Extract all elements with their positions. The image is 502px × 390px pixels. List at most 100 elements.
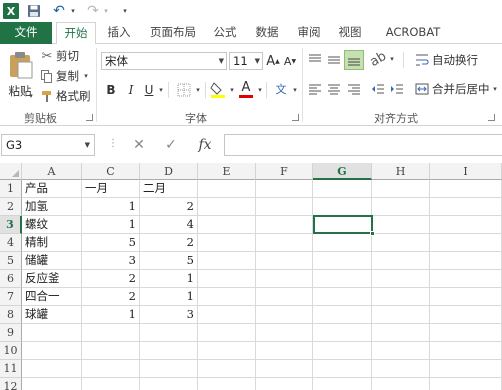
grid-cell[interactable] — [198, 198, 256, 216]
row-header[interactable]: 3 — [0, 216, 22, 234]
column-header-a[interactable]: A — [22, 163, 82, 180]
grid-cell[interactable]: 1 — [140, 288, 198, 306]
underline-dropdown-icon[interactable]: ▾ — [157, 86, 165, 94]
grid-cell[interactable] — [140, 378, 198, 390]
grid-cell[interactable] — [198, 306, 256, 324]
align-middle-icon[interactable] — [326, 52, 342, 68]
grid-cell[interactable] — [256, 306, 313, 324]
merge-center-button[interactable]: 合并后居中 — [432, 81, 490, 97]
grid-cell[interactable] — [198, 234, 256, 252]
grid-cell[interactable]: 四合一 — [22, 288, 82, 306]
grid-cell[interactable]: 二月 — [140, 180, 198, 198]
grid-cell[interactable] — [313, 306, 372, 324]
grid-cell[interactable] — [372, 306, 430, 324]
grid-cell[interactable] — [140, 324, 198, 342]
customize-qat-icon[interactable]: ▾ — [121, 3, 129, 19]
grid-cell[interactable]: 2 — [82, 288, 140, 306]
phonetic-guide-button[interactable]: 文 — [273, 80, 289, 98]
row-header[interactable]: 11 — [0, 360, 22, 378]
grid-cell[interactable]: 2 — [82, 270, 140, 288]
grid-cell[interactable] — [372, 180, 430, 198]
increase-indent-icon[interactable] — [389, 81, 405, 97]
grid-cell[interactable] — [256, 252, 313, 270]
grid-cell[interactable] — [313, 234, 372, 252]
font-launcher-icon[interactable] — [292, 114, 299, 121]
save-icon[interactable] — [27, 3, 41, 19]
grid-cell[interactable] — [313, 198, 372, 216]
italic-button[interactable]: I — [124, 82, 138, 98]
wrap-text-icon[interactable] — [414, 52, 430, 68]
grid-cell[interactable]: 球罐 — [22, 306, 82, 324]
decrease-indent-icon[interactable] — [370, 81, 386, 97]
grid-cell[interactable] — [313, 324, 372, 342]
redo-dropdown-icon[interactable]: ▾ — [102, 3, 110, 19]
grid-cell[interactable] — [430, 378, 502, 390]
format-painter-icon[interactable] — [40, 89, 54, 103]
font-color-button[interactable]: A — [238, 80, 254, 98]
copy-icon[interactable] — [40, 69, 54, 83]
grid-cell[interactable] — [313, 378, 372, 390]
grid-cell[interactable]: 1 — [140, 270, 198, 288]
font-color-dropdown-icon[interactable]: ▾ — [256, 86, 264, 94]
row-header[interactable]: 7 — [0, 288, 22, 306]
fill-color-dropdown-icon[interactable]: ▾ — [228, 86, 236, 94]
grid-cell[interactable] — [22, 378, 82, 390]
grid-cell[interactable]: 精制 — [22, 234, 82, 252]
grid-cell[interactable] — [430, 234, 502, 252]
grid-cell[interactable] — [198, 342, 256, 360]
grid-cell[interactable] — [372, 360, 430, 378]
column-header-f[interactable]: F — [256, 163, 313, 180]
tab-view[interactable]: 视图 — [334, 22, 366, 44]
grid-cell[interactable] — [198, 288, 256, 306]
grid-cell[interactable] — [372, 234, 430, 252]
grid-cell[interactable] — [256, 270, 313, 288]
formula-input[interactable] — [224, 134, 502, 156]
row-header[interactable]: 5 — [0, 252, 22, 270]
grid-cell[interactable] — [22, 342, 82, 360]
grid-cell[interactable] — [140, 342, 198, 360]
grid-cell[interactable] — [198, 324, 256, 342]
redo-icon[interactable]: ↷ — [86, 3, 100, 19]
grid-cell[interactable] — [430, 324, 502, 342]
align-top-icon[interactable] — [307, 52, 323, 68]
grid-cell[interactable] — [430, 198, 502, 216]
insert-function-icon[interactable]: fx — [194, 136, 216, 154]
grid-cell[interactable] — [372, 288, 430, 306]
borders-dropdown-icon[interactable]: ▾ — [194, 86, 202, 94]
align-left-icon[interactable] — [307, 81, 323, 97]
row-header[interactable]: 6 — [0, 270, 22, 288]
column-header-c[interactable]: C — [82, 163, 140, 180]
grid-cell[interactable] — [82, 342, 140, 360]
row-header[interactable]: 9 — [0, 324, 22, 342]
worksheet-grid[interactable]: A C D E F G H I 1 产品 一月 二月 2 加氢 1 2 3 螺纹 1 4 4 精制 5 2 5 储罐 3 5 6 反应釜 2… — [0, 163, 502, 390]
grid-cell[interactable] — [430, 270, 502, 288]
font-name-select[interactable]: 宋体 ▼ — [101, 52, 227, 70]
enter-icon[interactable]: ✓ — [160, 136, 182, 154]
grid-cell[interactable] — [256, 288, 313, 306]
grow-font-button[interactable]: A ▲ — [266, 53, 280, 69]
grid-cell[interactable] — [430, 180, 502, 198]
borders-icon[interactable] — [176, 82, 192, 98]
grid-cell[interactable] — [198, 216, 256, 234]
orientation-icon[interactable]: ab — [367, 48, 389, 70]
grid-cell[interactable] — [313, 360, 372, 378]
cancel-icon[interactable]: ✕ — [128, 136, 150, 154]
tab-home[interactable]: 开始 — [56, 22, 96, 45]
grid-cell[interactable]: 5 — [140, 252, 198, 270]
fill-color-icon[interactable] — [210, 81, 226, 99]
grid-cell[interactable]: 2 — [140, 198, 198, 216]
grid-cell[interactable] — [198, 270, 256, 288]
align-right-icon[interactable] — [346, 81, 362, 97]
grid-cell[interactable] — [198, 252, 256, 270]
grid-cell[interactable] — [372, 378, 430, 390]
grid-cell[interactable] — [256, 198, 313, 216]
grid-cell[interactable]: 反应釜 — [22, 270, 82, 288]
grid-cell[interactable] — [372, 324, 430, 342]
fill-handle[interactable] — [370, 231, 375, 236]
paste-dropdown-icon[interactable]: ▾ — [27, 92, 35, 100]
grid-cell[interactable] — [256, 216, 313, 234]
grid-cell[interactable] — [430, 252, 502, 270]
grid-cell[interactable] — [256, 234, 313, 252]
grid-cell[interactable] — [430, 306, 502, 324]
grid-cell[interactable] — [430, 342, 502, 360]
